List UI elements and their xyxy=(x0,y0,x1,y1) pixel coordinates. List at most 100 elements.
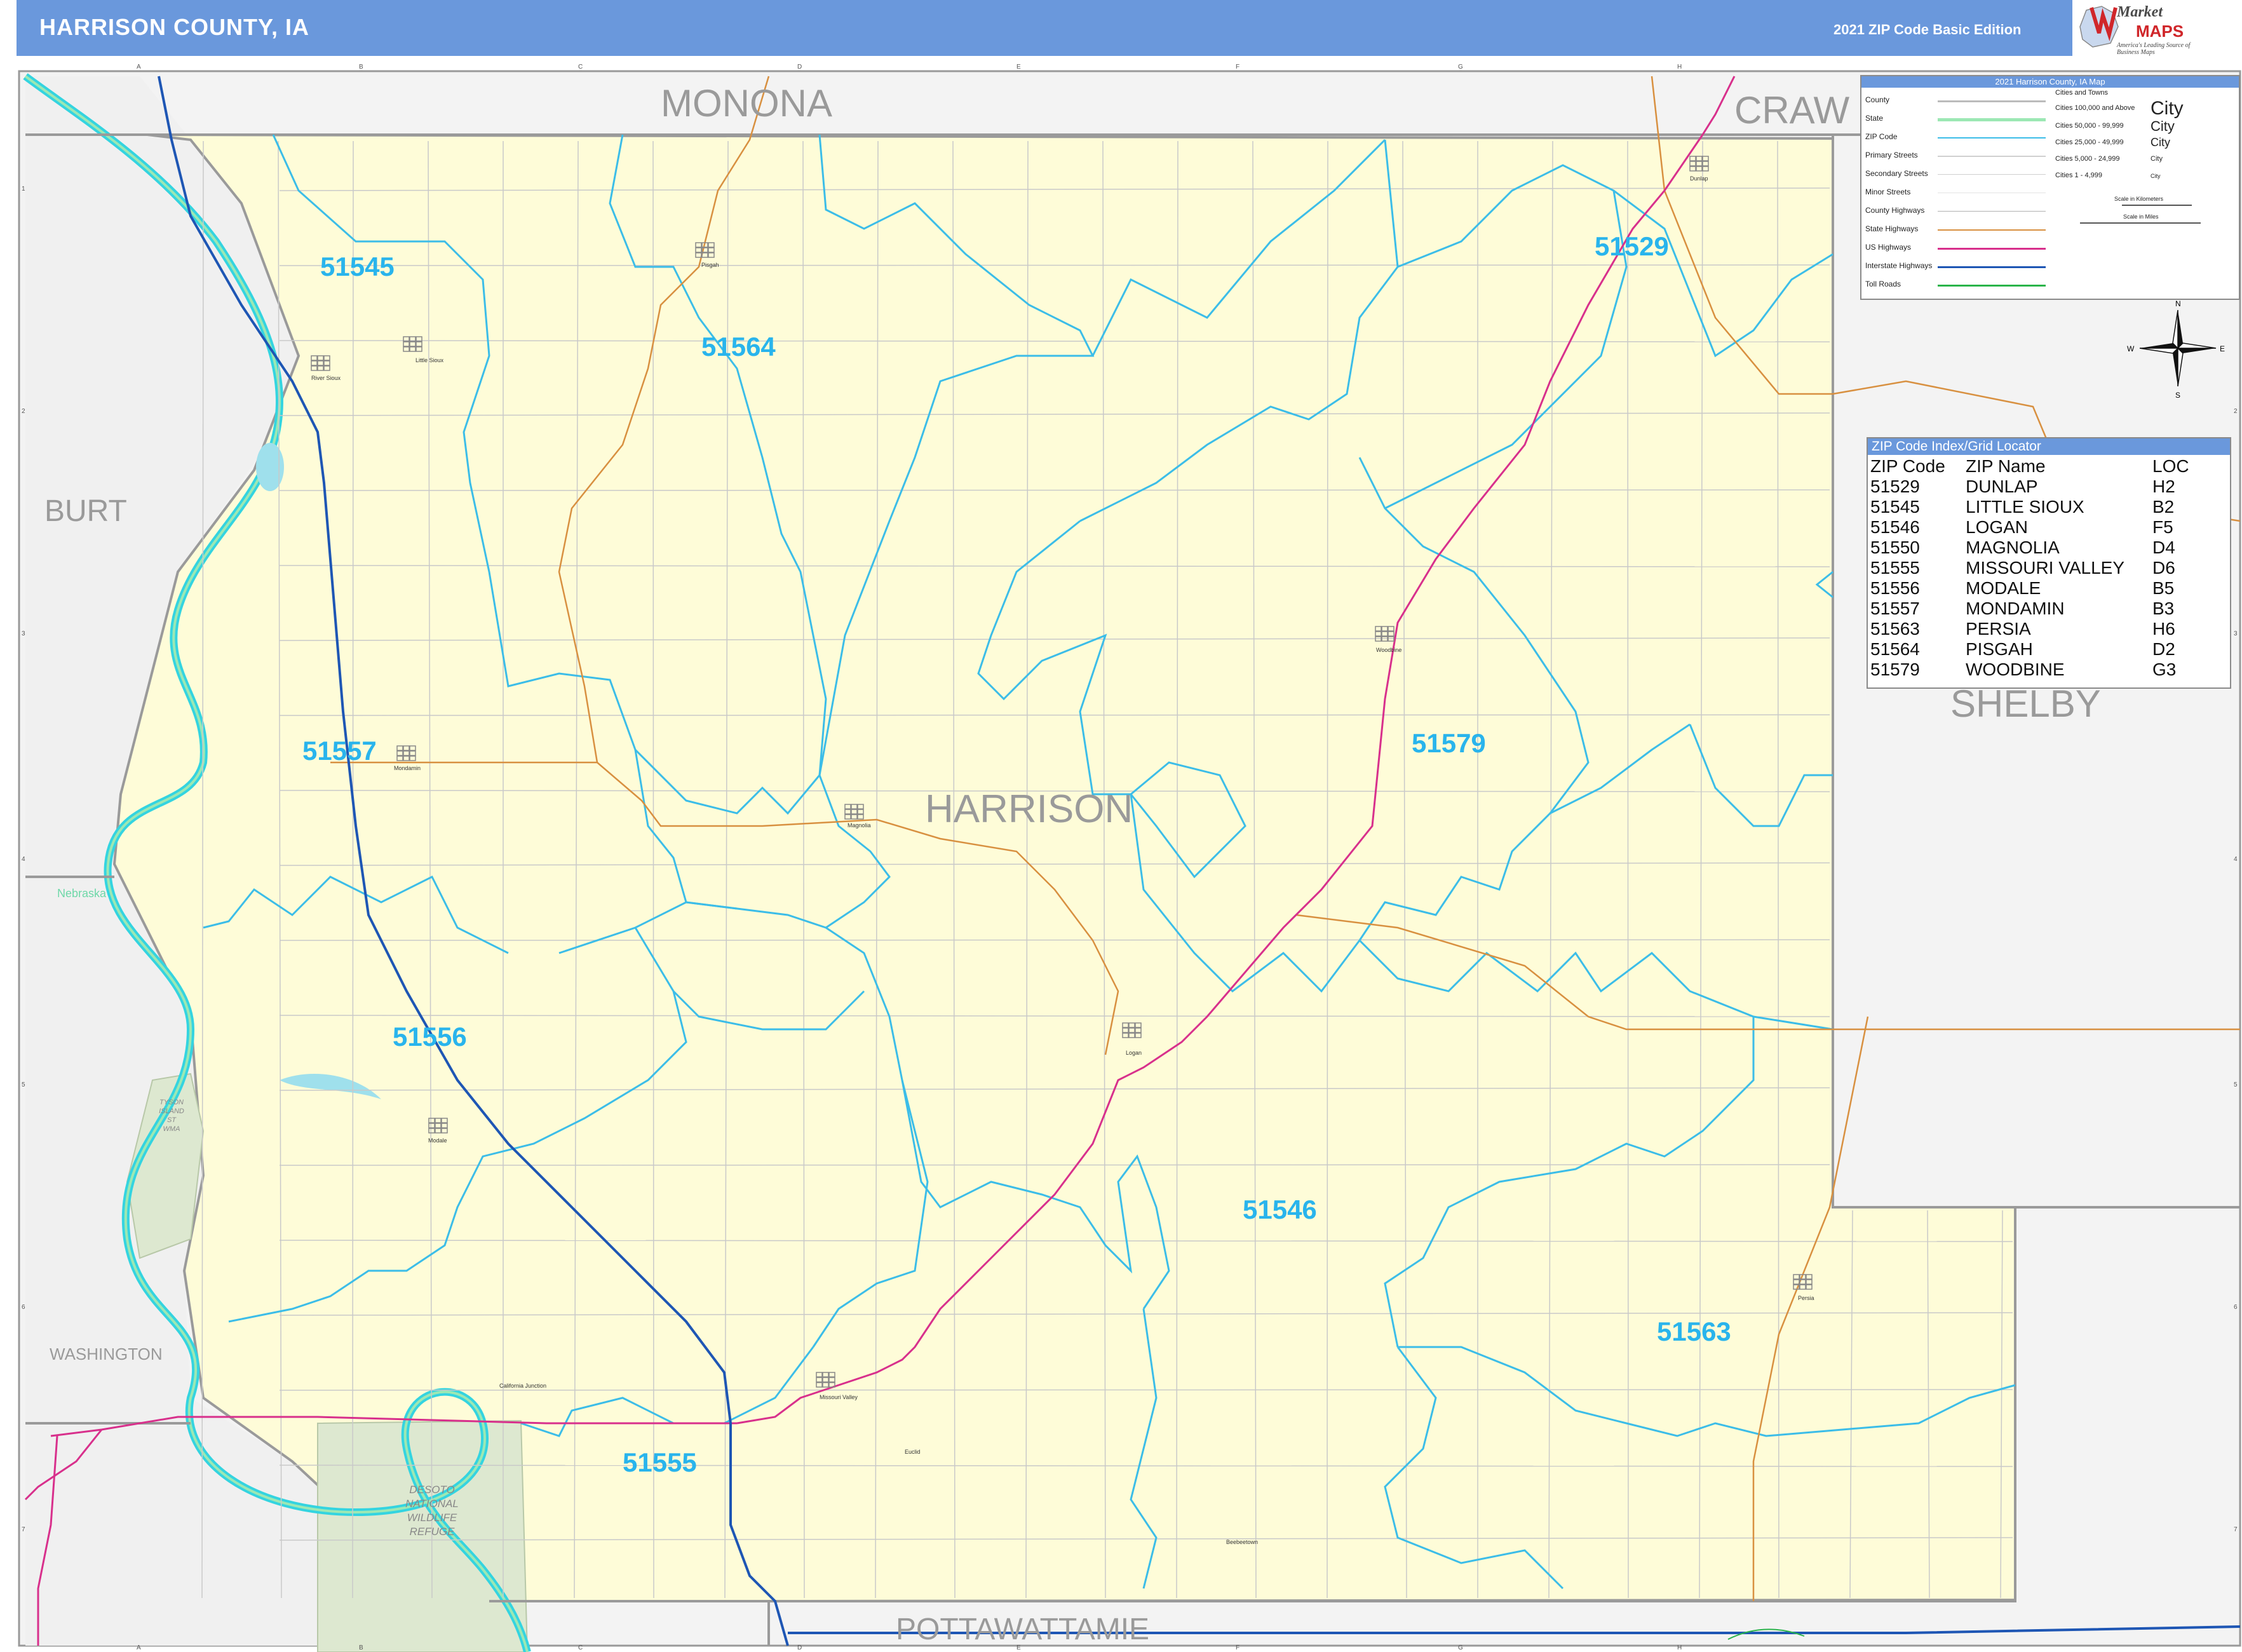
zip-code-cell: 51529 xyxy=(1870,477,1920,496)
town-label[interactable]: Dunlap xyxy=(1690,175,1708,182)
compass-n: N xyxy=(2175,299,2181,308)
town-label[interactable]: Woodbine xyxy=(1376,647,1401,653)
grid-row-label: 6 xyxy=(22,1304,25,1311)
grid-column-label: B xyxy=(359,1644,363,1651)
zip-label[interactable]: 51556 xyxy=(393,1022,467,1052)
county-name: HARRISON xyxy=(925,787,1133,831)
zip-label[interactable]: 51579 xyxy=(1412,728,1486,758)
loc-cell: B5 xyxy=(2152,578,2175,598)
zip-label[interactable]: 51555 xyxy=(623,1447,697,1477)
town-label[interactable]: Logan xyxy=(1126,1050,1142,1056)
wma-line: ST xyxy=(167,1116,177,1124)
legend-city-range: Cities 100,000 and Above xyxy=(2055,104,2135,112)
legend-swatch-us-hwy xyxy=(1938,248,2046,250)
legend-swatch-secondary xyxy=(1938,174,2046,175)
zip-label[interactable]: 51564 xyxy=(701,332,776,362)
grid-column-label: H xyxy=(1677,64,1682,71)
legend-scale-km-bar xyxy=(2122,205,2192,206)
zip-label[interactable]: 51557 xyxy=(302,736,377,766)
grid-row-label: 3 xyxy=(2234,630,2238,637)
legend-item-primary-streets: Primary Streets xyxy=(1865,151,1918,159)
zip-name-cell: PISGAH xyxy=(1966,639,2033,659)
legend-swatch-state-hwy xyxy=(1938,229,2046,231)
loc-cell: D2 xyxy=(2152,639,2175,659)
legend-scale-km: Scale in Kilometers xyxy=(2114,196,2164,202)
legend-item-state: State xyxy=(1865,114,1884,123)
zip-code-cell: 51579 xyxy=(1870,660,1920,679)
zip-name-cell: DUNLAP xyxy=(1966,477,2038,496)
zip-name-cell: MISSOURI VALLEY xyxy=(1966,558,2125,578)
refuge-line: NATIONAL xyxy=(405,1498,459,1510)
zip-name-cell: LOGAN xyxy=(1966,517,2029,537)
loc-cell: B2 xyxy=(2152,497,2175,517)
loc-cell: D6 xyxy=(2152,558,2175,578)
loc-cell: B3 xyxy=(2152,599,2175,618)
grid-column-label: B xyxy=(359,64,363,71)
legend-city-sample: City xyxy=(2151,173,2161,179)
refuge-line: WILDLIFE xyxy=(407,1512,457,1524)
town-label[interactable]: Missouri Valley xyxy=(820,1394,858,1400)
legend-city-range: Cities 25,000 - 49,999 xyxy=(2055,139,2124,146)
grid-column-label: F xyxy=(1236,64,1239,71)
town-label[interactable]: Pisgah xyxy=(701,262,719,268)
legend-scale-mi-bar xyxy=(2080,222,2201,224)
grid-column-label: A xyxy=(137,64,141,71)
zip-name-cell: LITTLE SIOUX xyxy=(1966,497,2084,517)
grid-row-label: 5 xyxy=(2234,1081,2238,1088)
town-label[interactable]: Beebeetown xyxy=(1226,1539,1258,1545)
zip-label[interactable]: 51529 xyxy=(1595,231,1669,261)
town-label[interactable]: Little Sioux xyxy=(415,357,444,363)
legend-cities-title: Cities and Towns xyxy=(2055,89,2108,97)
refuge-line: DESOTO xyxy=(409,1484,454,1496)
town-label[interactable]: Mondamin xyxy=(394,765,421,771)
legend-item-zip: ZIP Code xyxy=(1865,132,1898,141)
grid-column-label: A xyxy=(137,1644,141,1651)
legend-city-sample: City xyxy=(2151,155,2163,163)
town-label[interactable]: Modale xyxy=(428,1137,447,1144)
grid-column-label: G xyxy=(1458,1644,1463,1651)
zip-name-cell: PERSIA xyxy=(1966,619,2031,639)
grid-column-label: E xyxy=(1016,64,1021,71)
town-label[interactable]: Magnolia xyxy=(848,822,871,829)
harrison-county-area[interactable] xyxy=(112,133,2016,1602)
col-header-loc: LOC xyxy=(2152,456,2189,476)
grid-column-label: H xyxy=(1677,1644,1682,1651)
legend-item-minor-streets: Minor Streets xyxy=(1865,187,1911,196)
zip-label[interactable]: 51563 xyxy=(1657,1317,1731,1346)
town-label[interactable]: Euclid xyxy=(905,1449,921,1455)
zip-code-cell: 51563 xyxy=(1870,619,1920,639)
compass-s: S xyxy=(2175,391,2180,400)
zip-name-cell: WOODBINE xyxy=(1966,660,2065,679)
grid-column-label: G xyxy=(1458,64,1463,71)
town-label[interactable]: California Junction xyxy=(499,1383,546,1389)
zip-label[interactable]: 51546 xyxy=(1243,1195,1317,1224)
wma-line: TYSON xyxy=(159,1099,184,1106)
legend-item-secondary-streets: Secondary Streets xyxy=(1865,169,1928,178)
zip-code-cell: 51557 xyxy=(1870,599,1920,618)
col-header-name: ZIP Name xyxy=(1966,456,2046,476)
legend-swatch-interstate xyxy=(1938,266,2046,268)
legend-item-county-highways: County Highways xyxy=(1865,206,1925,215)
compass-e: E xyxy=(2220,344,2225,353)
refuge-line: REFUGE xyxy=(410,1526,456,1538)
legend-city-sample: City xyxy=(2151,98,2184,119)
grid-column-label: F xyxy=(1236,1644,1239,1651)
col-header-zip: ZIP Code xyxy=(1870,456,1945,476)
zip-label[interactable]: 51545 xyxy=(320,252,395,281)
zip-code-cell: 51564 xyxy=(1870,639,1920,659)
town-label[interactable]: Persia xyxy=(1798,1295,1814,1301)
zip-name-cell: MODALE xyxy=(1966,578,2041,598)
zip-code-cell: 51556 xyxy=(1870,578,1920,598)
compass-w: W xyxy=(2127,344,2135,353)
loc-cell: G3 xyxy=(2152,660,2177,679)
neighbor-pottawattamie: POTTAWATTAMIE xyxy=(896,1613,1149,1646)
legend-item-us-highways: US Highways xyxy=(1865,243,1912,252)
legend-title: 2021 Harrison County, IA Map xyxy=(1861,76,2239,88)
town-label[interactable]: River Sioux xyxy=(311,375,341,381)
loc-cell: H2 xyxy=(2152,477,2175,496)
legend-item-county: County xyxy=(1865,95,1890,104)
state-label-nebraska: Nebraska xyxy=(57,887,107,900)
wma-line: ISLAND xyxy=(159,1107,184,1115)
zip-code-cell: 51550 xyxy=(1870,538,1920,557)
grid-column-label: C xyxy=(578,64,583,71)
